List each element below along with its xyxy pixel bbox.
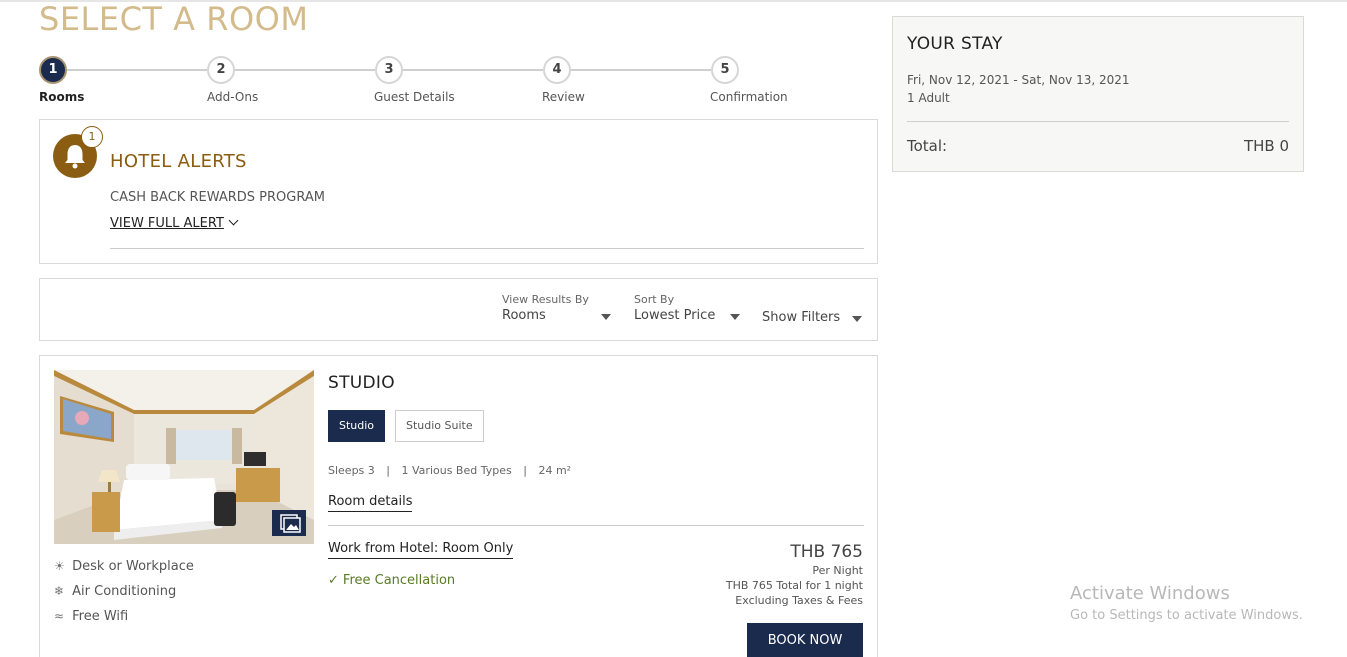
view-results-selected: Rooms bbox=[502, 308, 546, 323]
room-beds: 1 Various Bed Types bbox=[401, 464, 512, 477]
book-now-button[interactable]: BOOK NOW bbox=[747, 623, 863, 657]
step-number: 2 bbox=[207, 56, 235, 84]
alert-count-badge: 1 bbox=[81, 126, 103, 148]
stay-guests: 1 Adult bbox=[907, 91, 950, 105]
room-sleeps: Sleeps 3 bbox=[328, 464, 375, 477]
stay-total-label: Total: bbox=[907, 137, 948, 155]
air-conditioning-icon: ❄ bbox=[54, 584, 65, 598]
stay-total-value: THB 0 bbox=[1243, 137, 1289, 155]
room-specs: Sleeps 3 | 1 Various Bed Types | 24 m² bbox=[328, 464, 571, 477]
step-connector bbox=[235, 69, 375, 71]
step-connector bbox=[571, 69, 711, 71]
step-number: 3 bbox=[375, 56, 403, 84]
activation-watermark-title: Activate Windows bbox=[1070, 583, 1230, 604]
step-label: Confirmation bbox=[710, 90, 788, 104]
room-type-tab-studio-suite[interactable]: Studio Suite bbox=[395, 410, 484, 442]
sort-by-value: Lowest Price bbox=[634, 308, 746, 323]
divider bbox=[110, 248, 864, 249]
room-price: THB 765 bbox=[790, 542, 863, 562]
view-full-alert-link[interactable]: VIEW FULL ALERT bbox=[110, 215, 239, 231]
free-cancellation-label: Free Cancellation bbox=[342, 573, 456, 588]
divider bbox=[907, 121, 1289, 122]
checkmark-icon: ✓ bbox=[328, 573, 339, 588]
divider bbox=[328, 525, 864, 526]
step-label: Guest Details bbox=[374, 90, 455, 104]
step-connector bbox=[403, 69, 543, 71]
price-taxes-note: Excluding Taxes & Fees bbox=[735, 594, 863, 607]
amenity-label: Desk or Workplace bbox=[72, 559, 194, 574]
price-per-night: Per Night bbox=[812, 564, 863, 577]
room-photo[interactable] bbox=[54, 370, 314, 544]
step-label: Review bbox=[542, 90, 585, 104]
room-title: STUDIO bbox=[328, 373, 395, 393]
sort-by-dropdown[interactable]: Sort By Lowest Price bbox=[634, 293, 746, 323]
chevron-down-icon bbox=[228, 215, 239, 226]
show-filters-label: Show Filters bbox=[762, 310, 841, 325]
amenity-label: Air Conditioning bbox=[72, 584, 177, 599]
booking-stepper: 1 Rooms 2 Add-Ons 3 Guest Details 4 Revi… bbox=[39, 56, 799, 106]
view-results-dropdown[interactable]: View Results By Rooms bbox=[502, 293, 614, 323]
stay-dates: Fri, Nov 12, 2021 - Sat, Nov 13, 2021 bbox=[907, 73, 1130, 87]
rate-plan-link[interactable]: Work from Hotel: Room Only bbox=[328, 541, 514, 559]
activation-watermark-subtitle: Go to Settings to activate Windows. bbox=[1070, 608, 1303, 623]
step-number: 1 bbox=[39, 56, 67, 84]
wifi-icon: ≈ bbox=[54, 609, 65, 623]
your-stay-panel: YOUR STAY Fri, Nov 12, 2021 - Sat, Nov 1… bbox=[892, 16, 1304, 172]
photo-gallery-button[interactable] bbox=[272, 510, 306, 536]
show-filters-value: Show Filters bbox=[762, 310, 868, 325]
amenity-label: Free Wifi bbox=[72, 609, 129, 624]
view-results-value: Rooms bbox=[502, 308, 614, 323]
alerts-title: HOTEL ALERTS bbox=[110, 151, 247, 172]
free-cancellation: ✓ Free Cancellation bbox=[328, 573, 455, 588]
separator: | bbox=[386, 464, 391, 477]
sort-by-label: Sort By bbox=[634, 293, 675, 306]
step-connector bbox=[53, 69, 207, 71]
alert-item-title: CASH BACK REWARDS PROGRAM bbox=[110, 190, 325, 205]
separator: | bbox=[523, 464, 527, 477]
show-filters-button[interactable]: Show Filters bbox=[762, 308, 868, 325]
page-title: SELECT A ROOM bbox=[39, 0, 309, 38]
step-number: 4 bbox=[543, 56, 571, 84]
desk-lamp-icon: ☀ bbox=[54, 559, 65, 573]
room-card: ☀ Desk or Workplace ❄ Air Conditioning ≈… bbox=[39, 355, 878, 657]
caret-down-icon bbox=[601, 314, 611, 320]
step-label: Rooms bbox=[39, 90, 85, 104]
view-results-label: View Results By bbox=[502, 293, 589, 306]
step-number: 5 bbox=[711, 56, 739, 84]
your-stay-title: YOUR STAY bbox=[907, 34, 1003, 54]
sort-by-selected: Lowest Price bbox=[634, 308, 716, 323]
caret-down-icon bbox=[852, 316, 862, 322]
amenity-wifi: ≈ Free Wifi bbox=[54, 609, 128, 624]
image-gallery-icon bbox=[280, 514, 301, 533]
results-filter-bar: View Results By Rooms Sort By Lowest Pri… bbox=[39, 278, 878, 341]
amenity-air-conditioning: ❄ Air Conditioning bbox=[54, 584, 176, 599]
room-details-link[interactable]: Room details bbox=[328, 494, 413, 512]
hotel-alerts-panel: 1 HOTEL ALERTS CASH BACK REWARDS PROGRAM… bbox=[39, 119, 878, 264]
step-label: Add-Ons bbox=[207, 90, 259, 104]
room-type-tab-studio[interactable]: Studio bbox=[328, 410, 386, 442]
amenity-desk: ☀ Desk or Workplace bbox=[54, 559, 194, 574]
room-size: 24 m² bbox=[538, 464, 572, 477]
price-total: THB 765 Total for 1 night bbox=[725, 579, 863, 592]
view-full-alert-label: VIEW FULL ALERT bbox=[110, 216, 224, 231]
caret-down-icon bbox=[730, 314, 740, 320]
